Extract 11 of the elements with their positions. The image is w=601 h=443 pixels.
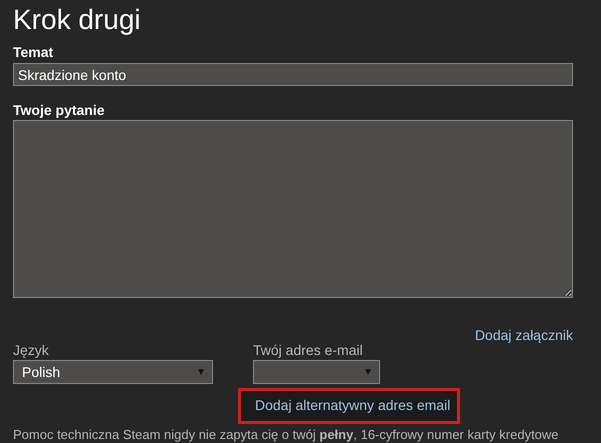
field-label: Twoje pytanie [13, 102, 106, 118]
notice-text: Pomoc techniczna Steam nigdy nie zapyta cię o twój pełny, 16-cyfrowy numer karty kredytowe [13, 427, 560, 443]
subject-field[interactable]: Skradzione konto [13, 63, 573, 86]
language-dropdown[interactable]: Polish ▼ [13, 360, 213, 384]
field-label: Temat [13, 44, 54, 60]
page-title: Krok drugi [13, 3, 142, 37]
add-alternative-email-link[interactable]: Dodaj alternatywny adres email [238, 388, 460, 424]
question-textarea[interactable] [13, 120, 573, 298]
add-attachment-link[interactable]: Dodaj załącznik [474, 326, 573, 344]
field-label: Język [13, 342, 50, 358]
field-label: Twój adres e-mail [253, 342, 364, 358]
